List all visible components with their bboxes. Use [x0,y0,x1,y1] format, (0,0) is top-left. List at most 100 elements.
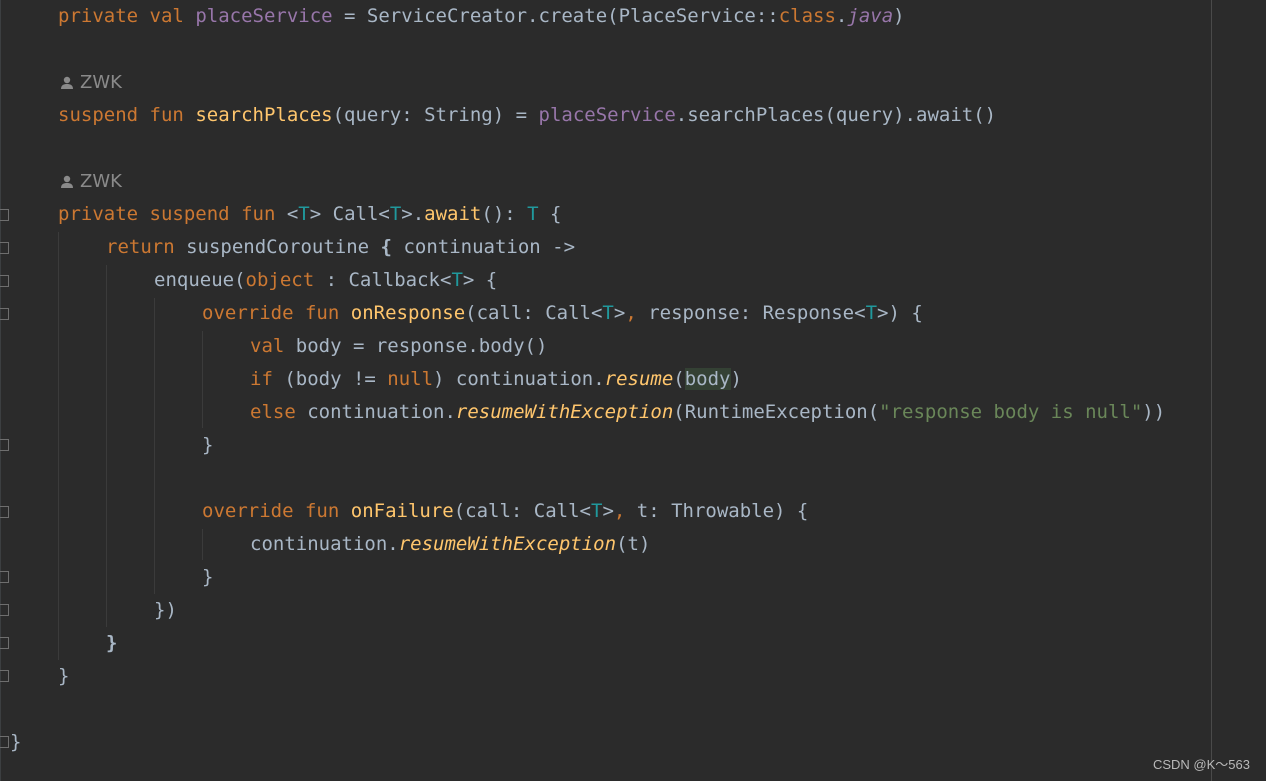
keyword-token: fun [304,302,340,324]
code-text: ( [673,368,685,390]
code-text: } [202,566,214,588]
code-text: ) [893,5,905,27]
fold-marker-icon[interactable] [0,439,9,451]
type-param-token: T [602,302,614,324]
code-line[interactable]: } [202,429,213,462]
code-editor[interactable]: private val placeService = ServiceCreato… [0,0,1266,781]
code-text: continuation -> [392,236,576,258]
code-text: ) [730,368,742,390]
code-text: response: Response< [648,302,866,324]
indent-guide [58,232,59,660]
author-hint[interactable]: ZWK [60,165,122,198]
keyword-token: null [387,368,434,390]
type-param-token: T [590,500,603,522]
code-line[interactable]: } [202,561,213,594]
fold-marker-icon[interactable] [0,308,9,320]
function-name: onFailure [350,500,454,522]
function-name: searchPlaces [195,104,333,126]
keyword-token: fun [304,500,340,522]
function-name: resumeWithException [455,401,674,423]
code-line[interactable]: private suspend fun <T> Call<T>.await():… [58,198,561,231]
code-line[interactable]: override fun onFailure(call: Call<T>, t:… [202,495,808,528]
code-text: enqueue( [154,269,246,291]
code-text: (body != [272,368,388,390]
code-line[interactable]: return suspendCoroutine { continuation -… [106,231,575,264]
keyword-token: else [250,401,296,423]
watermark: CSDN @K～563 [1152,757,1250,772]
function-name: resumeWithException [398,533,617,555]
author-name: ZWK [80,72,122,93]
code-line[interactable]: } [106,627,117,660]
fold-marker-icon[interactable] [0,604,9,616]
indent-guide [154,298,155,594]
code-line[interactable]: }) [154,594,177,627]
keyword-token: private [58,5,139,27]
keyword-token: if [250,368,273,390]
fold-marker-icon[interactable] [0,736,9,748]
code-line[interactable]: continuation.resumeWithException(t) [250,528,650,561]
code-line[interactable]: val body = response.body() [250,330,547,363]
indent-guide [202,331,203,428]
keyword-token: val [149,5,184,27]
code-line[interactable]: else continuation.resumeWithException(Ru… [250,396,1165,429]
code-text: } [10,731,22,753]
function-name: resume [604,368,674,390]
keyword-token: private [58,203,139,225]
lambda-brace: { [380,236,392,258]
code-text: continuation. [295,401,456,423]
string-literal: "response body is null" [879,401,1143,423]
fold-marker-icon[interactable] [0,209,9,221]
lambda-brace: } [106,632,118,654]
code-text: > Call< [309,203,390,225]
punctuation-token: , [625,302,649,324]
keyword-token: return [106,236,175,258]
fold-marker-icon[interactable] [0,275,9,287]
function-name: await [424,203,482,225]
code-text: > [602,500,614,522]
author-name: ZWK [80,171,122,192]
author-hint[interactable]: ZWK [60,66,122,99]
keyword-token: suspend [149,203,230,225]
code-text: (): [481,203,528,225]
indent-guide [202,529,203,560]
code-line[interactable]: } [58,660,69,693]
code-text: (call: Call< [453,500,591,522]
fold-marker-icon[interactable] [0,670,9,682]
code-text: ) continuation. [433,368,605,390]
function-name: onResponse [350,302,466,324]
code-text: < [286,203,299,225]
fold-marker-icon[interactable] [0,571,9,583]
code-text: .searchPlaces(query).await() [675,104,997,126]
keyword-token: class [778,5,836,27]
code-text: }) [154,599,177,621]
keyword-token: override [202,500,294,522]
keyword-token: override [202,302,294,324]
code-text: )) [1142,401,1166,423]
code-text: >) { [877,302,923,324]
type-param-token: T [865,302,878,324]
fold-marker-icon[interactable] [0,242,9,254]
code-text: { [538,203,562,225]
keyword-token: val [250,335,285,357]
code-text: } [58,665,70,687]
code-text: . [835,5,848,27]
code-text: body = response.body() [284,335,548,357]
smart-cast-highlight: body [684,368,731,390]
keyword-token: object [245,269,315,291]
code-line[interactable]: if (body != null) continuation.resume(bo… [250,363,742,396]
type-param-token: T [527,203,539,225]
indent-guide [106,265,107,627]
code-text: (call: Call< [465,302,603,324]
code-line[interactable]: suspend fun searchPlaces(query: String) … [58,99,996,132]
fold-marker-icon[interactable] [0,506,9,518]
code-line[interactable]: } [10,726,21,759]
code-line[interactable]: override fun onResponse(call: Call<T>, r… [202,297,923,330]
right-margin-guide [1211,0,1212,781]
property-token: placeService [538,104,676,126]
code-line[interactable]: private val placeService = ServiceCreato… [58,0,905,33]
keyword-token: fun [241,203,276,225]
code-text: : Callback< [314,269,452,291]
user-icon [61,76,73,89]
code-line[interactable]: enqueue(object : Callback<T> { [154,264,497,297]
fold-marker-icon[interactable] [0,637,9,649]
